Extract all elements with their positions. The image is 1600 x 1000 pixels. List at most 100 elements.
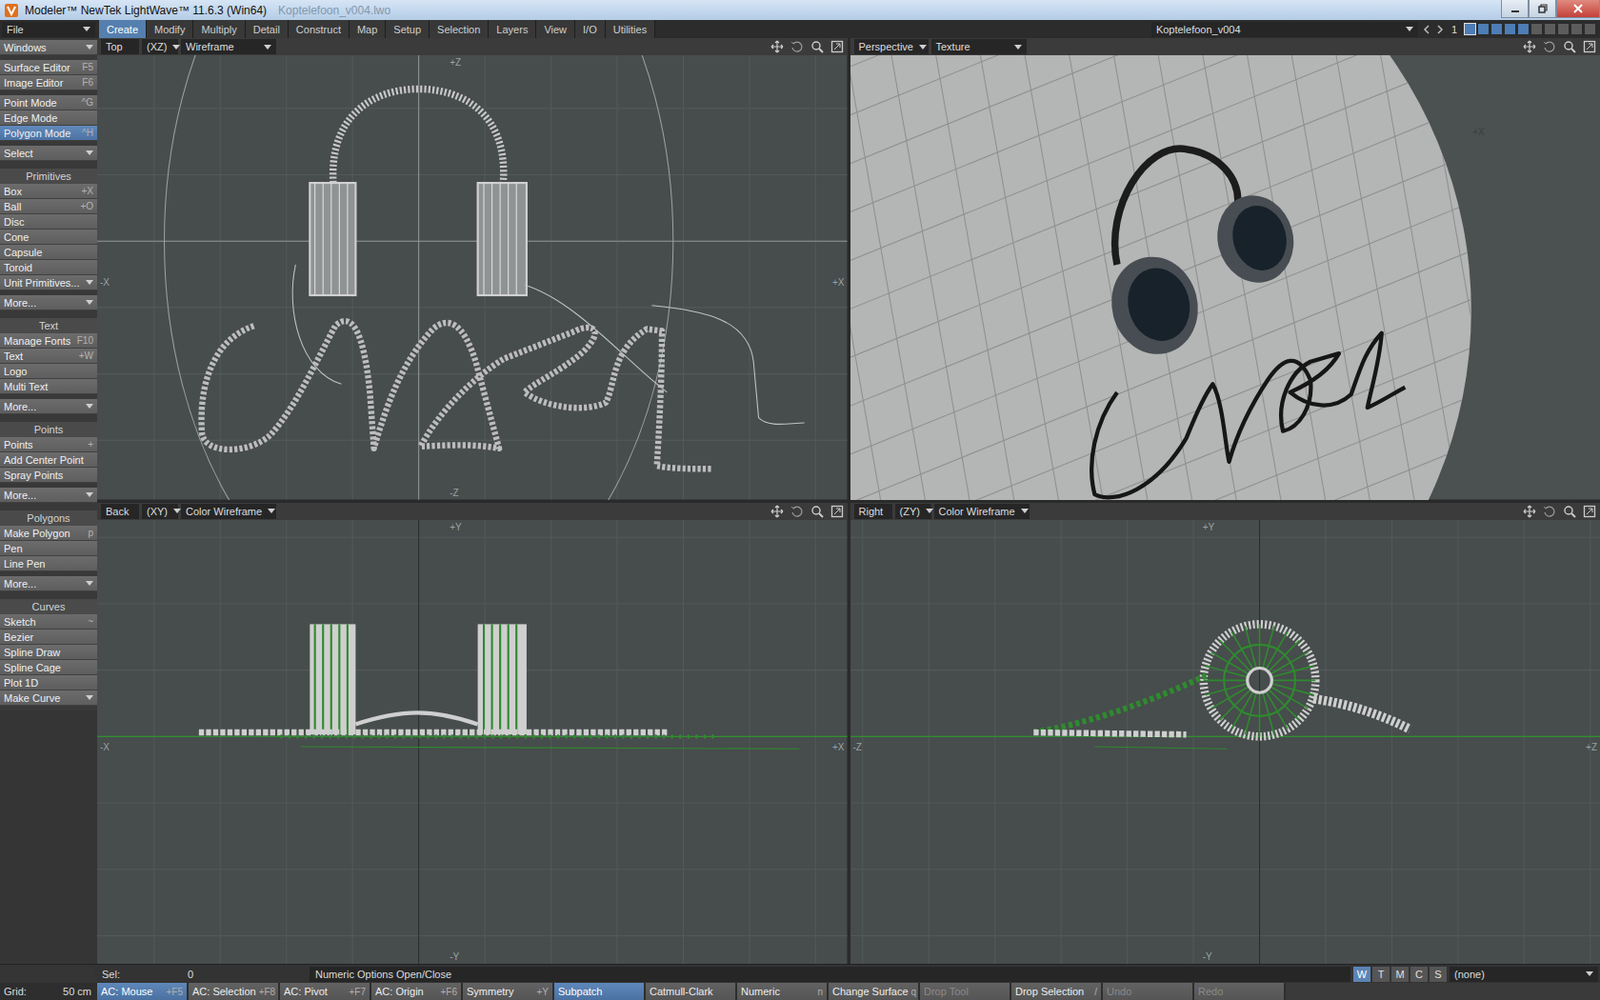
rotate-icon[interactable] <box>790 504 804 519</box>
tool-button[interactable]: Unit Primitives... <box>0 275 98 291</box>
tool-button[interactable]: Polygon Mode^H <box>0 125 98 141</box>
tool-button[interactable]: Make Polygonp <box>0 525 98 541</box>
viewport-canvas[interactable]: +Y-Y-X+X <box>97 520 848 965</box>
view-type-dropdown[interactable]: Perspective <box>854 39 929 55</box>
tool-button[interactable]: Manage FontsF10 <box>0 333 98 349</box>
maximize-icon[interactable] <box>830 504 844 519</box>
menu-tab[interactable]: Map <box>349 20 386 39</box>
viewport-canvas[interactable]: +Z-Z-X+X <box>97 55 848 500</box>
pan-icon[interactable] <box>770 504 784 519</box>
bottom-button[interactable]: AC: Selection+F8 <box>188 982 279 1000</box>
tool-button[interactable]: Ball+O <box>0 199 98 215</box>
minimize-button[interactable] <box>1500 0 1529 19</box>
tool-button[interactable]: Bezier <box>0 629 98 645</box>
viewport-canvas[interactable]: +Y-Y-Z+Z <box>850 520 1600 965</box>
view-mode-button[interactable]: W <box>1353 966 1371 982</box>
render-mode-dropdown[interactable]: Color Wireframe <box>934 503 1030 520</box>
next-layer-icon[interactable] <box>1435 23 1445 36</box>
file-menu[interactable]: File <box>1 21 96 38</box>
rotate-icon[interactable] <box>1542 504 1557 519</box>
maximize-icon[interactable] <box>830 40 844 54</box>
zoom-icon[interactable] <box>1562 40 1577 54</box>
bottom-button[interactable]: Numericn <box>737 982 827 1000</box>
bottom-button[interactable]: Undo <box>1102 982 1193 1000</box>
layer-box[interactable] <box>1583 22 1597 36</box>
tool-button[interactable]: Points+ <box>0 437 98 453</box>
tool-button[interactable]: Edge Mode <box>0 110 98 126</box>
tool-button[interactable]: Plot 1D <box>0 675 98 691</box>
tool-button[interactable]: Make Curve <box>0 690 98 706</box>
tool-button[interactable]: Text+W <box>0 348 98 364</box>
bottom-button[interactable]: Redo <box>1194 982 1284 1000</box>
tool-button[interactable]: Spline Cage <box>0 660 98 676</box>
layer-box[interactable] <box>1570 22 1583 36</box>
tool-button[interactable]: Add Center Point <box>0 452 98 468</box>
tool-button[interactable]: Select <box>0 145 98 161</box>
bottom-button[interactable]: Catmull-Clark <box>645 982 736 1000</box>
view-mode-button[interactable]: S <box>1429 966 1447 982</box>
maximize-icon[interactable] <box>1582 40 1597 54</box>
tool-button[interactable]: Disc <box>0 214 98 230</box>
bottom-button[interactable]: Subpatch <box>554 982 644 1000</box>
tool-button[interactable]: Box+X <box>0 183 98 200</box>
tool-button[interactable]: More... <box>0 399 98 415</box>
render-mode-dropdown[interactable]: Wireframe <box>180 39 277 55</box>
tool-button[interactable]: Pen <box>0 540 98 557</box>
bottom-button[interactable]: AC: Origin+F6 <box>371 982 461 1000</box>
restore-button[interactable] <box>1528 0 1557 19</box>
tool-button[interactable]: Line Pen <box>0 556 98 572</box>
tool-button[interactable]: Cone <box>0 229 98 245</box>
render-mode-dropdown[interactable]: Color Wireframe <box>180 503 277 520</box>
tool-button[interactable]: Image EditorF6 <box>0 75 98 91</box>
menu-tab[interactable]: Layers <box>488 20 537 39</box>
tool-button[interactable]: Windows <box>0 40 98 56</box>
view-type-dropdown[interactable]: Right <box>854 503 893 520</box>
tool-button[interactable]: More... <box>0 487 98 503</box>
tool-button[interactable]: Toroid <box>0 260 98 276</box>
layer-box[interactable] <box>1503 22 1517 36</box>
zoom-icon[interactable] <box>810 40 824 54</box>
tool-button[interactable]: Multi Text <box>0 379 98 395</box>
bottom-button[interactable]: AC: Pivot+F7 <box>280 982 370 1000</box>
close-button[interactable] <box>1556 0 1600 19</box>
tool-button[interactable]: Surface EditorF5 <box>0 60 98 76</box>
viewport-canvas[interactable]: +X <box>850 55 1600 500</box>
tool-button[interactable]: Spray Points <box>0 467 98 483</box>
view-mode-button[interactable]: M <box>1391 966 1409 982</box>
surface-dropdown[interactable]: (none) <box>1449 966 1599 982</box>
menu-tab[interactable]: Detail <box>245 20 289 39</box>
menu-tab[interactable]: Create <box>99 20 147 39</box>
zoom-icon[interactable] <box>810 504 824 519</box>
previous-layer-icon[interactable] <box>1421 23 1432 36</box>
rotate-icon[interactable] <box>790 40 804 54</box>
tool-button[interactable]: More... <box>0 295 98 311</box>
hint-field[interactable]: Numeric Options Open/Close <box>309 966 1351 982</box>
view-type-dropdown[interactable]: Back <box>100 503 140 520</box>
bottom-button[interactable]: Change Surfaceq <box>828 982 919 1000</box>
tool-button[interactable]: Spline Draw <box>0 644 98 660</box>
bottom-button[interactable]: Drop Tool <box>920 982 1010 1000</box>
bottom-button[interactable]: Symmetry+Y <box>462 982 553 1000</box>
pan-icon[interactable] <box>1522 40 1537 54</box>
view-mode-button[interactable]: T <box>1372 966 1390 982</box>
tool-button[interactable]: Point Mode^G <box>0 95 98 111</box>
bottom-button[interactable]: AC: Mouse+F5 <box>97 982 187 1000</box>
view-axes-dropdown[interactable]: (XY) <box>141 503 179 520</box>
menu-tab[interactable]: Modify <box>146 20 194 39</box>
layer-box[interactable] <box>1543 22 1557 36</box>
view-type-dropdown[interactable]: Top <box>100 39 140 55</box>
tool-button[interactable]: Logo <box>0 363 98 380</box>
render-mode-dropdown[interactable]: Texture <box>931 39 1027 55</box>
layer-box[interactable] <box>1490 22 1503 36</box>
pan-icon[interactable] <box>770 40 784 54</box>
menu-tab[interactable]: Multiply <box>193 20 245 39</box>
layer-box[interactable] <box>1477 22 1490 36</box>
layer-box[interactable] <box>1530 22 1543 36</box>
object-dropdown[interactable]: Koptelefoon_v004 <box>1151 21 1419 38</box>
menu-tab[interactable]: I/O <box>575 20 606 39</box>
pan-icon[interactable] <box>1522 504 1537 519</box>
bottom-button[interactable]: Drop Selection/ <box>1011 982 1101 1000</box>
view-axes-dropdown[interactable]: (ZY) <box>895 503 932 520</box>
maximize-icon[interactable] <box>1582 504 1597 519</box>
view-axes-dropdown[interactable]: (XZ) <box>141 39 179 55</box>
